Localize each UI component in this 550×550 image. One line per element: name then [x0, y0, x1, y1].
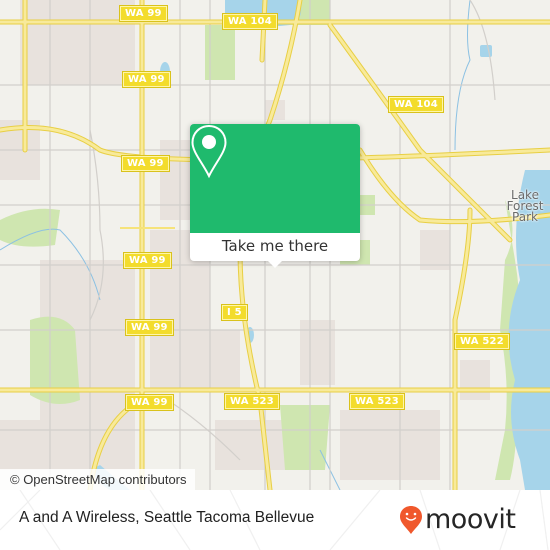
route-shield-wa99: WA 99	[125, 319, 174, 336]
map-attribution[interactable]: © OpenStreetMap contributors	[0, 469, 195, 490]
route-shield-wa99: WA 99	[125, 394, 174, 411]
route-shield-i5: I 5	[221, 304, 248, 321]
route-shield-wa104: WA 104	[388, 96, 444, 113]
route-shield-wa99: WA 99	[119, 5, 168, 22]
map[interactable]: WA 99 WA 104 WA 99 WA 104 WA 99 WA 99 WA…	[0, 0, 550, 490]
route-shield-wa104: WA 104	[222, 13, 278, 30]
popup-pointer	[268, 261, 282, 268]
route-shield-wa523: WA 523	[349, 393, 405, 410]
route-shield-wa523: WA 523	[224, 393, 280, 410]
moovit-pin-icon	[400, 506, 422, 534]
location-popup: Take me there	[190, 124, 360, 268]
moovit-wordmark: moovit	[425, 504, 516, 535]
route-shield-wa522: WA 522	[454, 333, 510, 350]
take-me-there-button[interactable]: Take me there	[190, 233, 360, 261]
popup-header	[190, 124, 360, 233]
moovit-logo[interactable]: moovit	[399, 504, 516, 535]
route-shield-wa99: WA 99	[121, 155, 170, 172]
route-shield-wa99: WA 99	[123, 252, 172, 269]
map-pin-icon	[191, 124, 227, 179]
place-title: A and A Wireless, Seattle Tacoma Bellevu…	[19, 509, 315, 526]
place-label-lake-forest-park: Lake Forest Park	[506, 188, 544, 224]
footer: A and A Wireless, Seattle Tacoma Bellevu…	[0, 490, 550, 550]
route-shield-wa99: WA 99	[122, 71, 171, 88]
